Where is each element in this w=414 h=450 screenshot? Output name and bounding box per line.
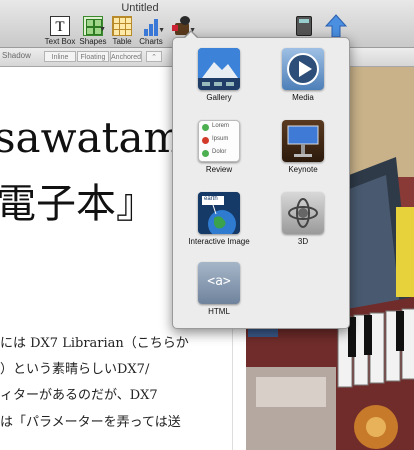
review-line: Ipsum xyxy=(212,136,229,142)
charts-label: Charts xyxy=(139,37,163,46)
shadow-label[interactable]: Shadow xyxy=(2,51,31,60)
keynote-label: Keynote xyxy=(288,165,318,174)
html-icon: <a> xyxy=(198,262,240,304)
table-icon xyxy=(112,16,132,36)
media-label: Media xyxy=(292,93,314,102)
html-tag-text: <a> xyxy=(207,274,231,289)
media-widget[interactable]: Media xyxy=(259,48,347,102)
review-line: Lorem xyxy=(212,123,230,129)
3d-icon xyxy=(282,192,324,234)
text-box-label: Text Box xyxy=(44,37,76,46)
text-box-icon: T xyxy=(50,16,70,36)
interactive-image-label: Interactive Image xyxy=(188,237,250,246)
doc-heading-line-2: 電子本』 xyxy=(0,181,156,227)
doc-body-line: は「パラメーターを弄っては送 xyxy=(0,415,181,430)
doc-body-line: には DX7 Librarian（こちらか xyxy=(0,336,189,351)
review-line: Dolor xyxy=(212,149,227,155)
window-title: Untitled xyxy=(121,2,159,14)
html-label: HTML xyxy=(208,307,230,316)
gallery-label: Gallery xyxy=(206,93,232,102)
keynote-icon xyxy=(282,120,324,162)
charts-icon: ▼ xyxy=(141,16,165,36)
doc-body-line: ィターがあるのだが、DX7 xyxy=(0,388,158,403)
3d-widget[interactable]: 3D xyxy=(259,192,347,246)
wrap-inline-button[interactable]: Inline xyxy=(44,51,76,62)
wrap-anchored-button[interactable]: Anchored xyxy=(110,51,142,62)
doc-heading-line-1: sawatami xyxy=(0,113,197,162)
doc-body-line: ）という素晴らしいDX7/ xyxy=(0,362,150,377)
upload-icon[interactable] xyxy=(325,14,347,38)
gallery-widget[interactable]: Gallery xyxy=(175,48,263,102)
text-box-button[interactable]: T Text Box xyxy=(42,16,78,46)
interactive-image-icon: earth xyxy=(198,192,240,234)
review-icon: Lorem Ipsum Dolor xyxy=(198,120,240,162)
wrap-floating-button[interactable]: Floating xyxy=(77,51,109,62)
thumb-callout-text: earth xyxy=(204,196,218,202)
calculator-icon[interactable] xyxy=(296,16,312,36)
html-widget[interactable]: <a> HTML xyxy=(175,262,263,316)
media-play-icon xyxy=(282,48,324,90)
3d-label: 3D xyxy=(297,237,309,246)
shapes-icon: ▼ xyxy=(83,16,106,36)
keynote-widget[interactable]: Keynote xyxy=(259,120,347,174)
insert-widget-popover: Gallery Media Lorem Ipsum Dolor Review K… xyxy=(172,37,350,329)
gallery-icon xyxy=(198,48,240,90)
check-icon xyxy=(202,150,209,157)
interactive-image-widget[interactable]: earth Interactive Image xyxy=(175,192,263,246)
review-label: Review xyxy=(205,165,233,174)
x-icon xyxy=(202,137,209,144)
wrap-options-stepper[interactable]: ⌃ xyxy=(146,51,162,62)
popover-arrow-fill xyxy=(184,32,198,39)
review-widget[interactable]: Lorem Ipsum Dolor Review xyxy=(175,120,263,174)
check-icon xyxy=(202,124,209,131)
